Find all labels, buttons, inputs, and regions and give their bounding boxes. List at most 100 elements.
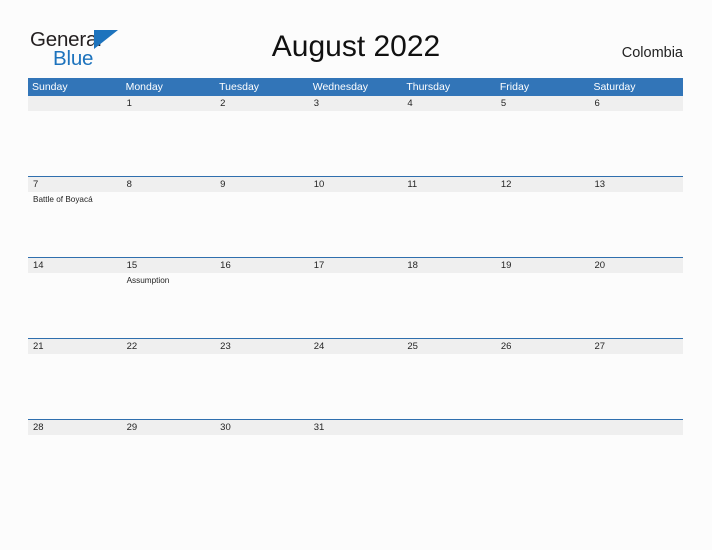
day-number[interactable]: 21 <box>28 339 122 354</box>
day-number[interactable]: 16 <box>215 258 309 273</box>
day-cell[interactable] <box>309 354 403 419</box>
day-number[interactable]: 27 <box>589 339 683 354</box>
day-number[interactable]: 15 <box>122 258 216 273</box>
week-body <box>28 435 683 500</box>
day-number[interactable]: 9 <box>215 177 309 192</box>
day-number[interactable]: 8 <box>122 177 216 192</box>
day-number[interactable] <box>589 420 683 435</box>
weekday-header-wednesday: Wednesday <box>312 81 368 93</box>
day-number[interactable]: 19 <box>496 258 590 273</box>
weekday-header-row: Sunday Monday Tuesday Wednesday Thursday Frid… <box>28 78 683 96</box>
day-cell[interactable] <box>309 435 403 500</box>
day-cell[interactable] <box>402 354 496 419</box>
day-number[interactable]: 20 <box>589 258 683 273</box>
day-number[interactable]: 10 <box>309 177 403 192</box>
day-cell[interactable] <box>28 111 122 176</box>
week-body <box>28 111 683 176</box>
day-number[interactable] <box>402 420 496 435</box>
day-number[interactable]: 25 <box>402 339 496 354</box>
day-cell[interactable] <box>215 354 309 419</box>
day-number[interactable]: 17 <box>309 258 403 273</box>
day-cell[interactable] <box>309 192 403 257</box>
day-number[interactable]: 22 <box>122 339 216 354</box>
page-header: General Blue August 2022 Colombia <box>0 0 712 76</box>
weekday-header-sunday: Sunday <box>32 81 68 93</box>
country-label: Colombia <box>621 45 683 61</box>
day-cell[interactable] <box>215 192 309 257</box>
day-number[interactable]: 30 <box>215 420 309 435</box>
day-event: Battle of Boyacá <box>33 195 93 204</box>
day-number[interactable]: 12 <box>496 177 590 192</box>
day-cell[interactable] <box>309 273 403 338</box>
day-number[interactable] <box>496 420 590 435</box>
day-cell[interactable] <box>589 435 683 500</box>
day-number[interactable]: 7 <box>28 177 122 192</box>
week-date-band: 123456 <box>28 96 683 111</box>
day-number[interactable]: 3 <box>309 96 403 111</box>
day-event: Assumption <box>126 276 170 285</box>
calendar-week-row: 14 15 16 17 18 19 20 Assumption <box>28 257 683 338</box>
day-cell[interactable] <box>496 354 590 419</box>
week-body: Assumption <box>28 273 683 338</box>
day-number[interactable]: 4 <box>402 96 496 111</box>
day-number[interactable]: 5 <box>496 96 590 111</box>
day-cell[interactable] <box>496 192 590 257</box>
day-cell[interactable] <box>402 111 496 176</box>
day-cell[interactable] <box>215 435 309 500</box>
day-cell[interactable] <box>589 354 683 419</box>
weekday-header-monday: Monday <box>125 81 163 93</box>
day-cell[interactable] <box>589 111 683 176</box>
calendar-page: General Blue August 2022 Colombia Sunday… <box>0 0 712 550</box>
day-number[interactable] <box>28 96 122 111</box>
day-cell[interactable] <box>122 435 216 500</box>
day-cell[interactable] <box>402 435 496 500</box>
week-body <box>28 354 683 419</box>
day-cell[interactable] <box>496 273 590 338</box>
day-cell[interactable] <box>215 273 309 338</box>
day-cell[interactable] <box>215 111 309 176</box>
week-date-band: 14 15 16 17 18 19 20 <box>28 258 683 273</box>
day-cell[interactable] <box>402 192 496 257</box>
day-cell[interactable] <box>122 192 216 257</box>
calendar-week-row: 123456 <box>28 96 683 176</box>
day-cell[interactable] <box>496 435 590 500</box>
day-cell[interactable]: Assumption <box>122 273 216 338</box>
day-number[interactable]: 11 <box>402 177 496 192</box>
day-number[interactable]: 31 <box>309 420 403 435</box>
day-number[interactable]: 29 <box>122 420 216 435</box>
day-cell[interactable] <box>589 192 683 257</box>
day-cell[interactable] <box>28 435 122 500</box>
day-cell[interactable]: Battle of Boyacá <box>28 192 122 257</box>
day-cell[interactable] <box>589 273 683 338</box>
day-number[interactable]: 24 <box>309 339 403 354</box>
day-cell[interactable] <box>496 111 590 176</box>
day-number[interactable]: 13 <box>589 177 683 192</box>
day-number[interactable]: 18 <box>402 258 496 273</box>
weekday-header-saturday: Saturday <box>593 81 636 93</box>
calendar-weeks: 1 2 3 4 5 6 7 8 9 10 11 12 13 Battle of Boyacá 14 15 16 1… <box>28 96 683 500</box>
day-cell[interactable] <box>309 111 403 176</box>
weekday-header-thursday: Thursday <box>406 81 451 93</box>
weekday-header-friday: Friday <box>499 81 530 93</box>
day-number[interactable]: 1 <box>122 96 216 111</box>
day-number[interactable]: 23 <box>215 339 309 354</box>
day-number[interactable]: 6 <box>589 96 683 111</box>
day-number[interactable]: 14 <box>28 258 122 273</box>
calendar-table: Sunday Monday Tuesday Wednesday Thursday Frid… <box>28 78 683 500</box>
day-number[interactable]: 2 <box>215 96 309 111</box>
day-cell[interactable] <box>28 273 122 338</box>
weekday-header-tuesday: Tuesday <box>219 81 260 93</box>
calendar-week-row: 28 29 30 31 <box>28 419 683 500</box>
page-title: August 2022 <box>271 30 441 63</box>
day-cell[interactable] <box>122 111 216 176</box>
week-date-band: 21 22 23 24 25 26 27 <box>28 339 683 354</box>
day-cell[interactable] <box>28 354 122 419</box>
day-cell[interactable] <box>402 273 496 338</box>
week-body: Battle of Boyacá <box>28 192 683 257</box>
day-number[interactable]: 28 <box>28 420 122 435</box>
calendar-week-row: 7 8 9 10 11 12 13 Battle of Boyacá <box>28 176 683 257</box>
week-date-band: 7 8 9 10 11 12 13 <box>28 177 683 192</box>
day-cell[interactable] <box>122 354 216 419</box>
day-number[interactable]: 26 <box>496 339 590 354</box>
week-date-band: 28 29 30 31 <box>28 420 683 435</box>
